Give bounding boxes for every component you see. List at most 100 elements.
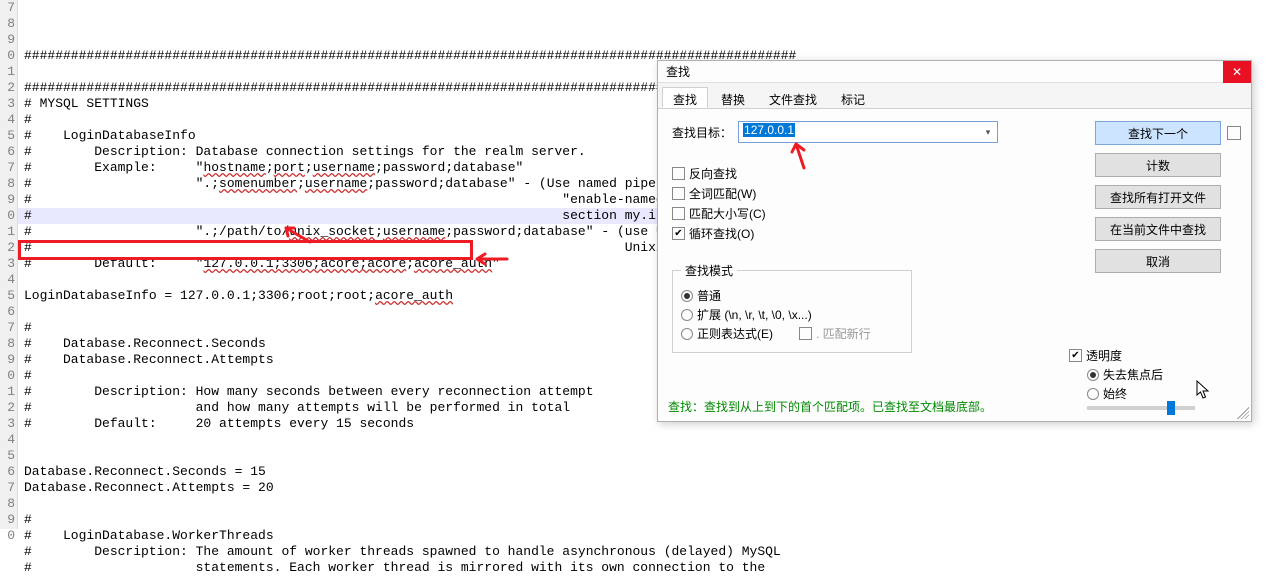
line-number: 5 xyxy=(0,448,15,464)
count-button[interactable]: 计数 xyxy=(1095,153,1221,177)
code-line[interactable]: Database.Reconnect.Attempts = 20 xyxy=(24,480,804,496)
dialog-titlebar[interactable]: 查找 ✕ xyxy=(658,61,1251,83)
dialog-tabs: 查找 替换 文件查找 标记 xyxy=(658,83,1251,109)
dialog-body: 查找目标： 127.0.0.1 ▾ 查找下一个 计数 查找所有打开文件 在当前文… xyxy=(658,109,1251,361)
checkbox-disabled-icon xyxy=(799,327,812,340)
radio-checked-icon xyxy=(1087,369,1099,381)
trans-lose-focus-label: 失去焦点后 xyxy=(1103,366,1163,383)
radio-icon xyxy=(681,328,693,340)
line-number: 6 xyxy=(0,464,15,480)
code-line[interactable]: # LoginDatabase.WorkerThreads xyxy=(24,528,804,544)
code-line[interactable]: Database.Reconnect.Seconds = 15 xyxy=(24,464,804,480)
mode-normal-label: 普通 xyxy=(697,287,721,304)
checkbox-checked-icon: ✔ xyxy=(1069,349,1082,362)
find-in-current-button[interactable]: 在当前文件中查找 xyxy=(1095,217,1221,241)
line-number: 9 xyxy=(0,32,15,48)
whole-word-label: 全词匹配(W) xyxy=(689,185,756,202)
backward-label: 反向查找 xyxy=(689,165,737,182)
annotation-arrow-icon xyxy=(790,140,814,170)
line-number: 8 xyxy=(0,496,15,512)
tab-mark[interactable]: 标记 xyxy=(830,87,876,108)
line-number-gutter: 7890123456789012345678901234567890 xyxy=(0,0,18,529)
line-number: 1 xyxy=(0,384,15,400)
line-number: 2 xyxy=(0,400,15,416)
line-number: 6 xyxy=(0,144,15,160)
line-number: 3 xyxy=(0,416,15,432)
mode-extended-label: 扩展 (\n, \r, \t, \0, \x...) xyxy=(697,306,812,323)
mode-regex-row[interactable]: 正则表达式(E) . 匹配新行 xyxy=(681,325,903,342)
line-number: 3 xyxy=(0,256,15,272)
line-number: 8 xyxy=(0,176,15,192)
resize-grip-icon[interactable] xyxy=(1237,407,1249,419)
cancel-button[interactable]: 取消 xyxy=(1095,249,1221,273)
dropdown-icon[interactable]: ▾ xyxy=(980,123,996,141)
search-input-text: 127.0.0.1 xyxy=(743,123,795,137)
line-number: 1 xyxy=(0,224,15,240)
line-number: 9 xyxy=(0,512,15,528)
code-line[interactable]: # Description: The amount of worker thre… xyxy=(24,544,804,560)
search-mode-legend: 查找模式 xyxy=(681,262,737,279)
line-number: 0 xyxy=(0,48,15,64)
mouse-cursor-icon xyxy=(1196,380,1210,400)
dialog-title: 查找 xyxy=(666,63,690,80)
mode-normal-row[interactable]: 普通 xyxy=(681,287,903,304)
checkbox-icon xyxy=(672,167,685,180)
annotation-arrow-icon xyxy=(473,252,509,266)
checkbox-icon xyxy=(672,207,685,220)
code-line[interactable] xyxy=(24,432,804,448)
trans-always-label: 始终 xyxy=(1103,385,1127,402)
tab-find-in-files[interactable]: 文件查找 xyxy=(758,87,828,108)
tab-find[interactable]: 查找 xyxy=(662,87,708,108)
close-button[interactable]: ✕ xyxy=(1223,61,1251,83)
line-number: 8 xyxy=(0,336,15,352)
find-dialog: 查找 ✕ 查找 替换 文件查找 标记 查找目标： 127.0.0.1 ▾ 查找下… xyxy=(657,60,1252,422)
line-number: 7 xyxy=(0,480,15,496)
find-next-button[interactable]: 查找下一个 xyxy=(1095,121,1221,145)
trans-lose-focus-row[interactable]: 失去焦点后 xyxy=(1087,366,1239,383)
checkbox-checked-icon: ✔ xyxy=(672,227,685,240)
search-label: 查找目标： xyxy=(672,124,732,141)
line-number: 4 xyxy=(0,272,15,288)
annotation-red-box xyxy=(18,240,473,260)
line-number: 0 xyxy=(0,208,15,224)
line-number: 9 xyxy=(0,352,15,368)
wrap-label: 循环查找(O) xyxy=(689,225,754,242)
radio-checked-icon xyxy=(681,290,693,302)
radio-icon xyxy=(681,309,693,321)
transparency-label: 透明度 xyxy=(1086,347,1122,364)
code-line[interactable]: # statements. Each worker thread is mirr… xyxy=(24,560,804,576)
line-number: 5 xyxy=(0,128,15,144)
line-number: 2 xyxy=(0,240,15,256)
line-number: 3 xyxy=(0,96,15,112)
find-next-checkbox[interactable] xyxy=(1227,126,1241,140)
line-number: 7 xyxy=(0,0,15,16)
match-case-label: 匹配大小写(C) xyxy=(689,205,766,222)
code-line[interactable]: # xyxy=(24,512,804,528)
transparency-slider[interactable] xyxy=(1087,406,1195,410)
search-mode-fieldset: 查找模式 普通 扩展 (\n, \r, \t, \0, \x...) 正则表达式… xyxy=(672,262,912,353)
line-number: 0 xyxy=(0,528,15,544)
transparency-check-row[interactable]: ✔ 透明度 xyxy=(1069,347,1239,364)
line-number: 7 xyxy=(0,320,15,336)
line-number: 4 xyxy=(0,432,15,448)
line-number: 9 xyxy=(0,192,15,208)
tab-replace[interactable]: 替换 xyxy=(710,87,756,108)
line-number: 6 xyxy=(0,304,15,320)
line-number: 2 xyxy=(0,80,15,96)
slider-thumb[interactable] xyxy=(1167,401,1175,415)
dialog-buttons-col: 查找下一个 计数 查找所有打开文件 在当前文件中查找 取消 xyxy=(1095,121,1241,273)
line-number: 4 xyxy=(0,112,15,128)
line-number: 8 xyxy=(0,16,15,32)
line-number: 0 xyxy=(0,368,15,384)
annotation-arrow-icon xyxy=(280,224,314,246)
mode-extended-row[interactable]: 扩展 (\n, \r, \t, \0, \x...) xyxy=(681,306,903,323)
code-line[interactable] xyxy=(24,496,804,512)
close-icon: ✕ xyxy=(1232,65,1242,79)
trans-always-row[interactable]: 始终 xyxy=(1087,385,1239,402)
find-all-open-button[interactable]: 查找所有打开文件 xyxy=(1095,185,1221,209)
line-number: 1 xyxy=(0,64,15,80)
transparency-group: ✔ 透明度 失去焦点后 始终 xyxy=(1069,347,1239,410)
code-line[interactable] xyxy=(24,448,804,464)
line-number: 7 xyxy=(0,160,15,176)
search-input[interactable]: 127.0.0.1 ▾ xyxy=(738,121,998,143)
